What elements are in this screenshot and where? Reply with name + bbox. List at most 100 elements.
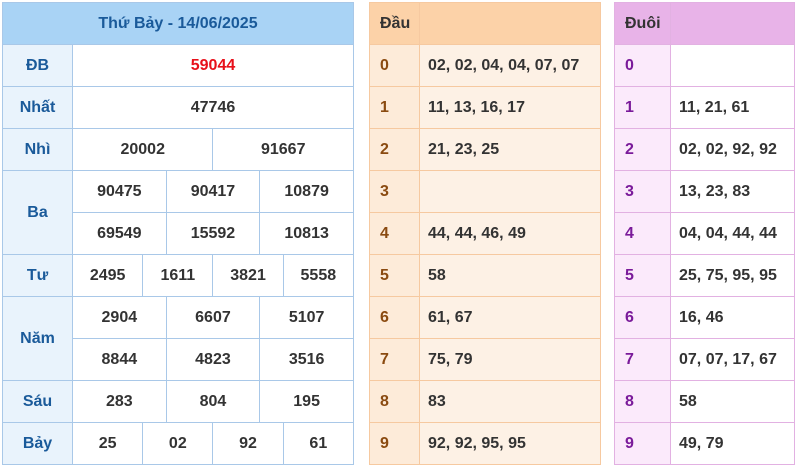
head-values: 83 — [419, 380, 601, 423]
prize-value: 92 — [212, 422, 284, 465]
tail-title: Đuôi — [614, 2, 671, 45]
prize-row-nam: Năm 2904 6607 5107 — [2, 296, 354, 381]
head-digit: 3 — [369, 170, 420, 213]
head-values: 21, 23, 25 — [419, 128, 601, 171]
tail-digit: 9 — [614, 422, 671, 465]
prize-value: 10813 — [259, 212, 354, 255]
prize-value: 91667 — [212, 128, 354, 171]
tail-values: 49, 79 — [670, 422, 795, 465]
tail-row: 9 49, 79 — [614, 422, 795, 465]
prize-value: 69549 — [72, 212, 167, 255]
prize-row-bay: Bảy 25 02 92 61 — [2, 422, 355, 465]
tail-digit: 6 — [614, 296, 671, 339]
prize-row-nhat: Nhất 47746 — [2, 86, 354, 129]
head-row: 1 11, 13, 16, 17 — [369, 86, 601, 129]
prize-label-nhi: Nhì — [2, 128, 73, 171]
prize-value: 283 — [72, 380, 167, 423]
head-values: 61, 67 — [419, 296, 601, 339]
tail-digit: 8 — [614, 380, 671, 423]
tail-digit: 1 — [614, 86, 671, 129]
tail-row: 5 25, 75, 95, 95 — [614, 254, 795, 297]
prize-value: 3821 — [212, 254, 284, 297]
prize-label-db: ĐB — [2, 44, 73, 87]
tail-values: 07, 07, 17, 67 — [670, 338, 795, 381]
prize-value: 6607 — [165, 296, 261, 339]
prize-value: 90417 — [165, 170, 261, 213]
tail-digit: 3 — [614, 170, 671, 213]
prize-label-sau: Sáu — [2, 380, 73, 423]
prize-value: 61 — [282, 422, 355, 465]
tail-digit: 4 — [614, 212, 671, 255]
tail-digit: 7 — [614, 338, 671, 381]
head-row: 4 44, 44, 46, 49 — [369, 212, 601, 255]
head-digit: 2 — [369, 128, 420, 171]
tail-values: 25, 75, 95, 95 — [670, 254, 795, 297]
head-values: 44, 44, 46, 49 — [419, 212, 601, 255]
head-row: 3 — [369, 170, 601, 213]
tail-digit-table: Đuôi 0 1 11, 21, 61 2 02, 02, 92, 92 3 13, … — [614, 2, 795, 465]
prize-label-nam: Năm — [2, 296, 73, 381]
head-row: 7 75, 79 — [369, 338, 601, 381]
head-digit: 8 — [369, 380, 420, 423]
tail-values: 11, 21, 61 — [670, 86, 795, 129]
head-row: 6 61, 67 — [369, 296, 601, 339]
head-header-row: Đầu — [369, 2, 601, 45]
results-header-row: Thứ Bảy - 14/06/2025 — [2, 2, 354, 45]
head-values — [419, 170, 601, 213]
prize-value: 5107 — [259, 296, 354, 339]
head-row: 5 58 — [369, 254, 601, 297]
head-row: 8 83 — [369, 380, 601, 423]
head-header-blank — [419, 2, 601, 45]
tail-values: 16, 46 — [670, 296, 795, 339]
tail-row: 8 58 — [614, 380, 795, 423]
prize-value: 804 — [165, 380, 261, 423]
tail-digit: 0 — [614, 44, 671, 87]
prize-value: 1611 — [142, 254, 214, 297]
head-digit: 0 — [369, 44, 420, 87]
head-values: 58 — [419, 254, 601, 297]
prize-row-ba: Ba 90475 90417 10879 — [2, 170, 354, 255]
prize-value: 90475 — [72, 170, 167, 213]
tail-row: 2 02, 02, 92, 92 — [614, 128, 795, 171]
head-values: 75, 79 — [419, 338, 601, 381]
prize-label-nhat: Nhất — [2, 86, 73, 129]
head-digit-table: Đầu 0 02, 02, 04, 04, 07, 07 1 11, 13, 16,… — [369, 2, 601, 465]
tail-row: 0 — [614, 44, 795, 87]
head-digit: 4 — [369, 212, 420, 255]
tail-row: 4 04, 04, 44, 44 — [614, 212, 795, 255]
prize-value: 4823 — [165, 338, 261, 381]
prize-label-tu: Tư — [2, 254, 73, 297]
results-date-title: Thứ Bảy - 14/06/2025 — [2, 2, 354, 45]
tail-values: 58 — [670, 380, 795, 423]
tail-digit: 2 — [614, 128, 671, 171]
prize-value: 2495 — [71, 254, 144, 297]
prize-value: 2904 — [72, 296, 167, 339]
prize-row-nhi: Nhì 20002 91667 — [2, 128, 354, 171]
tail-values — [670, 44, 795, 87]
head-digit: 5 — [369, 254, 420, 297]
tail-header-row: Đuôi — [614, 2, 795, 45]
special-prize-value: 59044 — [72, 44, 354, 87]
head-row: 9 92, 92, 95, 95 — [369, 422, 601, 465]
prize-value: 47746 — [72, 86, 354, 129]
prize-label-bay: Bảy — [2, 422, 73, 465]
prize-row-db: ĐB 59044 — [2, 44, 354, 87]
tail-row: 7 07, 07, 17, 67 — [614, 338, 795, 381]
head-digit: 1 — [369, 86, 420, 129]
head-values: 02, 02, 04, 04, 07, 07 — [419, 44, 601, 87]
head-title: Đầu — [369, 2, 420, 45]
prize-value: 5558 — [282, 254, 355, 297]
tail-values: 04, 04, 44, 44 — [670, 212, 795, 255]
head-values: 11, 13, 16, 17 — [419, 86, 601, 129]
prize-value: 02 — [142, 422, 214, 465]
prize-value: 8844 — [72, 338, 167, 381]
prize-value: 15592 — [165, 212, 261, 255]
head-digit: 7 — [369, 338, 420, 381]
prize-value: 3516 — [259, 338, 354, 381]
tail-values: 13, 23, 83 — [670, 170, 795, 213]
tail-header-blank — [670, 2, 795, 45]
head-values: 92, 92, 95, 95 — [419, 422, 601, 465]
prize-value: 10879 — [259, 170, 354, 213]
tail-row: 3 13, 23, 83 — [614, 170, 795, 213]
prize-value: 195 — [259, 380, 354, 423]
